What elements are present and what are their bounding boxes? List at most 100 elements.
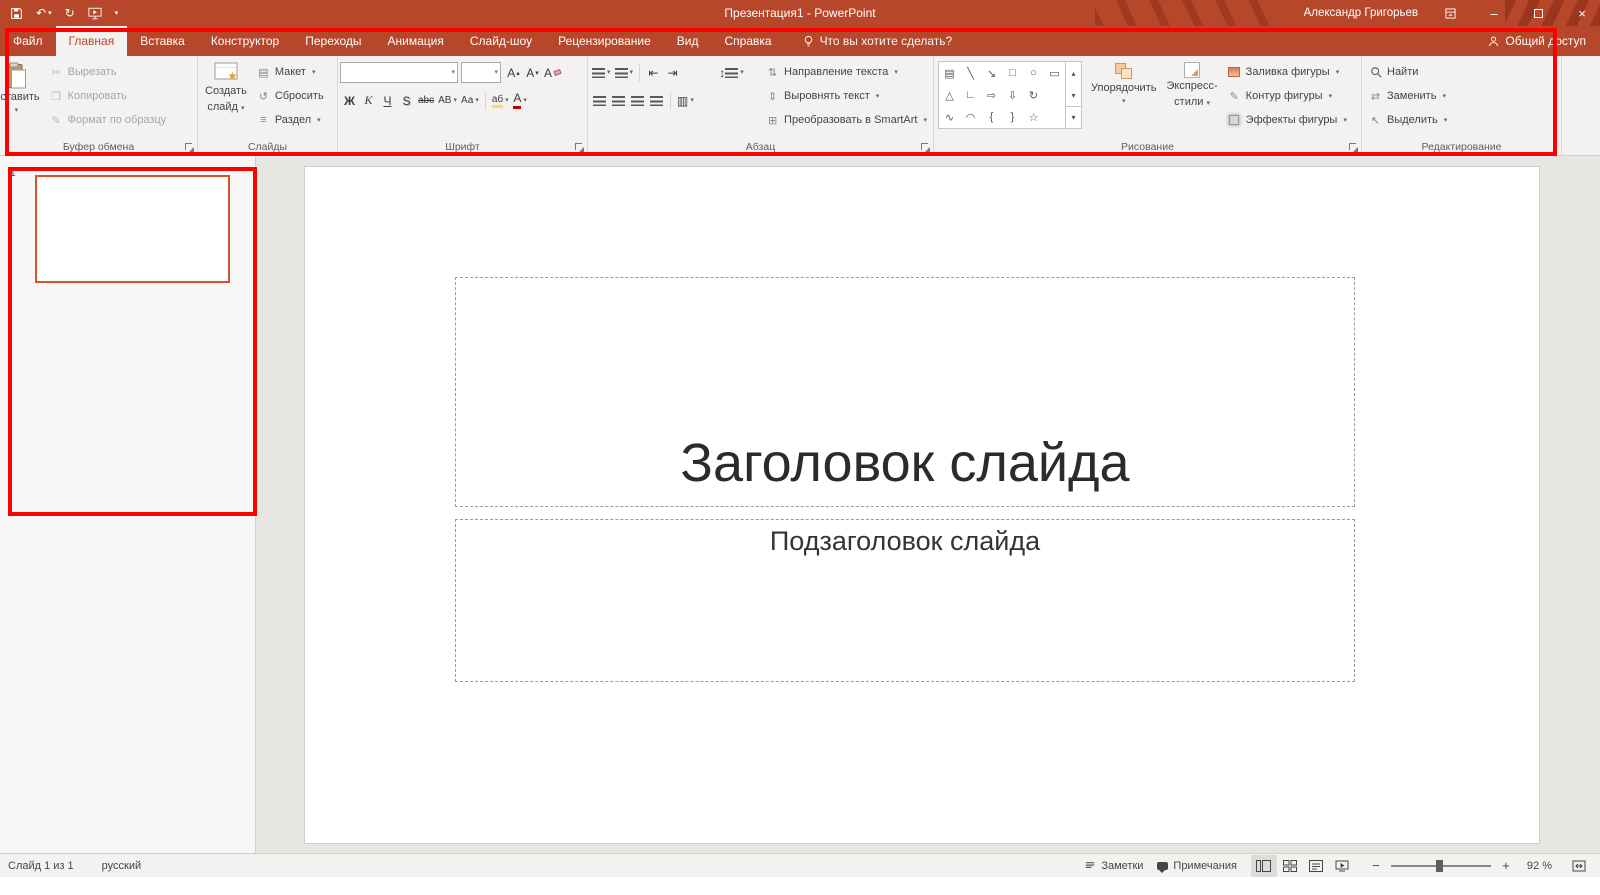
ribbon-display-options-button[interactable] [1438, 0, 1462, 26]
new-slide-dropdown-arrow[interactable]: ▾ [241, 105, 245, 112]
text-direction-button[interactable]: ⇅ Направление текста ▾ [761, 61, 931, 83]
select-button[interactable]: ↖ Выделить ▾ [1364, 109, 1451, 131]
align-left-button[interactable] [590, 90, 609, 111]
font-name-dropdown-arrow[interactable]: ▾ [451, 69, 455, 76]
zoom-out-button[interactable]: − [1369, 858, 1383, 873]
zoom-level[interactable]: 92 % [1527, 860, 1552, 872]
shape-right-brace-button[interactable]: } [1002, 106, 1023, 128]
shape-rounded-rectangle-button[interactable]: ▭ [1044, 62, 1065, 84]
slide-thumbnail[interactable] [35, 175, 230, 283]
gallery-up-button[interactable]: ▴ [1066, 62, 1081, 84]
shape-right-arrow-button[interactable]: ⇨ [981, 84, 1002, 106]
restore-button[interactable] [1526, 0, 1550, 26]
slide[interactable]: Заголовок слайда Подзаголовок слайда [304, 166, 1540, 844]
reading-view-button[interactable] [1303, 855, 1329, 877]
shape-effects-button[interactable]: Эффекты фигуры ▾ [1223, 109, 1351, 131]
notes-toggle[interactable]: Заметки [1084, 860, 1143, 872]
font-dialog-launcher[interactable] [575, 143, 584, 152]
shape-textbox-button[interactable]: ▤ [939, 62, 960, 84]
normal-view-button[interactable] [1250, 854, 1277, 877]
tab-help[interactable]: Справка [711, 26, 784, 56]
strikethrough-button[interactable]: abc [416, 90, 436, 111]
tab-animations[interactable]: Анимация [375, 26, 457, 56]
tab-design[interactable]: Конструктор [198, 26, 292, 56]
gallery-down-button[interactable]: ▾ [1066, 84, 1081, 106]
clear-formatting-button[interactable]: А [542, 62, 563, 83]
minimize-button[interactable]: – [1482, 0, 1506, 26]
grow-font-button[interactable]: А ▴ [504, 62, 523, 83]
numbering-button[interactable]: ▾ [613, 62, 636, 83]
shape-oval-button[interactable]: ○ [1023, 62, 1044, 84]
zoom-slider[interactable] [1390, 859, 1491, 872]
font-size-combobox[interactable]: ▾ [461, 62, 501, 83]
fit-slide-to-window-button[interactable] [1566, 855, 1592, 877]
share-button[interactable]: Общий доступ [1474, 26, 1600, 56]
start-slideshow-button[interactable] [88, 7, 102, 20]
tell-me-search[interactable]: Что вы хотите сделать? [803, 26, 952, 56]
undo-button[interactable]: ↶ ▾ [36, 7, 52, 19]
slide-sorter-view-button[interactable] [1277, 855, 1303, 877]
drawing-dialog-launcher[interactable] [1349, 143, 1358, 152]
shape-circular-arrow-button[interactable]: ↻ [1023, 84, 1044, 106]
italic-button[interactable]: К [359, 90, 378, 111]
slide-number-indicator[interactable]: Слайд 1 из 1 [8, 860, 74, 872]
tab-home[interactable]: Главная [55, 26, 128, 56]
tab-review[interactable]: Рецензирование [545, 26, 664, 56]
shape-star-button[interactable]: ☆ [1023, 106, 1044, 128]
paragraph-dialog-launcher[interactable] [921, 143, 930, 152]
tab-transitions[interactable]: Переходы [292, 26, 374, 56]
underline-button[interactable]: Ч [378, 90, 397, 111]
subtitle-placeholder[interactable]: Подзаголовок слайда [455, 519, 1355, 682]
zoom-in-button[interactable]: + [1499, 858, 1513, 873]
justify-button[interactable] [647, 90, 666, 111]
paste-dropdown-arrow[interactable]: ▾ [15, 107, 19, 114]
shape-left-brace-button[interactable]: { [981, 106, 1002, 128]
shape-outline-button[interactable]: ✎ Контур фигуры ▾ [1223, 85, 1351, 107]
comments-toggle[interactable]: Примечания [1157, 860, 1237, 873]
shape-arrow-line-button[interactable]: ↘ [981, 62, 1002, 84]
new-slide-button[interactable]: Создать слайд ▾ [200, 59, 252, 138]
increase-indent-button[interactable]: ⇥ [663, 62, 682, 83]
section-button[interactable]: ≡ Раздел ▾ [252, 109, 328, 131]
character-spacing-button[interactable]: АВ ▾ [436, 90, 459, 111]
font-name-combobox[interactable]: ▾ [340, 62, 458, 83]
font-color-button[interactable]: А ▾ [511, 90, 530, 111]
quick-styles-button[interactable]: Экспресс- стили ▾ [1161, 59, 1222, 138]
tab-slideshow[interactable]: Слайд-шоу [457, 26, 545, 56]
account-name[interactable]: Александр Григорьев [1304, 7, 1418, 19]
align-right-button[interactable] [628, 90, 647, 111]
decrease-indent-button[interactable]: ⇤ [644, 62, 663, 83]
change-case-button[interactable]: Аа ▾ [459, 90, 481, 111]
close-button[interactable]: × [1570, 0, 1594, 26]
language-indicator[interactable]: русский [102, 860, 141, 872]
copy-button[interactable]: ❐ Копировать [45, 85, 171, 107]
gallery-more-button[interactable]: ▾ [1066, 106, 1081, 128]
save-button[interactable] [10, 7, 23, 20]
bullets-button[interactable]: ▾ [590, 62, 613, 83]
paste-button[interactable]: Вставить ▾ [0, 59, 45, 138]
slideshow-view-button[interactable] [1329, 855, 1355, 877]
shape-fill-button[interactable]: Заливка фигуры ▾ [1223, 61, 1351, 83]
tab-file[interactable]: Файл [0, 26, 56, 56]
shape-elbow-connector-button[interactable]: ∟ [960, 84, 981, 106]
tab-insert[interactable]: Вставка [127, 26, 198, 56]
title-placeholder[interactable]: Заголовок слайда [455, 277, 1355, 507]
font-size-dropdown-arrow[interactable]: ▾ [494, 69, 498, 76]
align-text-button[interactable]: ⇕ Выровнять текст ▾ [761, 85, 931, 107]
align-center-button[interactable] [609, 90, 628, 111]
shape-down-arrow-button[interactable]: ⇩ [1002, 84, 1023, 106]
undo-dropdown-arrow[interactable]: ▾ [48, 10, 52, 17]
replace-button[interactable]: ⇄ Заменить ▾ [1364, 85, 1451, 107]
clipboard-dialog-launcher[interactable] [185, 143, 194, 152]
shape-rectangle-button[interactable]: □ [1002, 62, 1023, 84]
bold-button[interactable]: Ж [340, 90, 359, 111]
convert-smartart-button[interactable]: ⊞ Преобразовать в SmartArt ▾ [761, 109, 931, 131]
redo-button[interactable]: ↻ [65, 7, 75, 19]
zoom-slider-knob[interactable] [1435, 859, 1443, 872]
shrink-font-button[interactable]: А ▾ [523, 62, 542, 83]
shape-triangle-button[interactable]: △ [939, 84, 960, 106]
slide-thumbnail-panel[interactable]: 1 [0, 156, 256, 853]
highlight-color-button[interactable]: аб ▾ [490, 90, 511, 111]
reset-button[interactable]: ↺ Сбросить [252, 85, 328, 107]
tab-view[interactable]: Вид [664, 26, 712, 56]
